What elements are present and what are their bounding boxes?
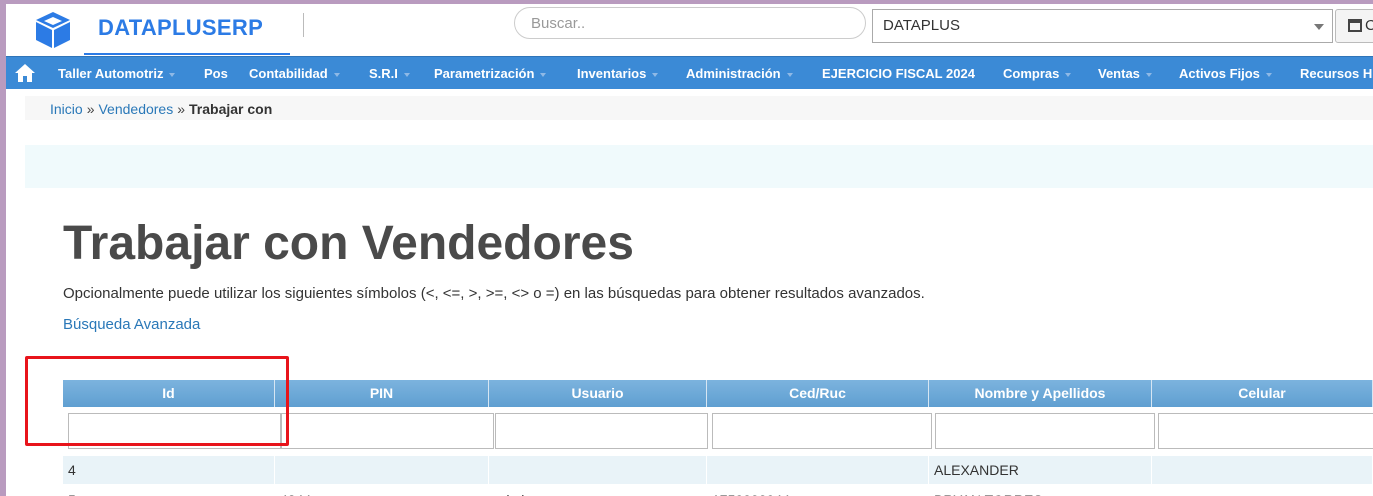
menu-pos[interactable]: Pos	[204, 66, 228, 81]
page: DATAPLUSERP DATAPLUS C Taller Automotriz…	[6, 4, 1373, 496]
breadcrumb-vendedores[interactable]: Vendedores	[98, 101, 173, 117]
menu-taller-automotriz[interactable]: Taller Automotriz	[58, 66, 176, 81]
column-header-pin[interactable]: PIN	[275, 380, 489, 407]
column-header-usuario[interactable]: Usuario	[489, 380, 707, 407]
caret-down-icon	[1065, 72, 1072, 77]
home-icon[interactable]	[14, 63, 36, 83]
calendar-icon	[1348, 19, 1362, 32]
cell-nombre: ALEXANDER	[929, 456, 1152, 484]
menu-label: S.R.I	[369, 66, 398, 81]
breadcrumb: Inicio» Vendedores» Trabajar con	[25, 96, 1373, 120]
filter-usuario-input[interactable]	[495, 413, 708, 449]
column-header-nombre[interactable]: Nombre y Apellidos	[929, 380, 1152, 407]
company-select-value: DATAPLUS	[883, 17, 960, 34]
search-hint-text: Opcionalmente puede utilizar los siguien…	[63, 285, 925, 302]
top-header: DATAPLUSERP DATAPLUS C	[6, 4, 1373, 56]
menu-parametrizacion[interactable]: Parametrización	[434, 66, 547, 81]
cell-usuario: admin	[489, 486, 707, 496]
breadcrumb-separator: »	[86, 101, 95, 117]
menu-inventarios[interactable]: Inventarios	[577, 66, 659, 81]
menu-activos-fijos[interactable]: Activos Fijos	[1179, 66, 1272, 81]
brand-underline	[84, 53, 290, 55]
cell-celular	[1152, 456, 1373, 484]
menu-contabilidad[interactable]: Contabilidad	[249, 66, 340, 81]
menu-label: Parametrización	[434, 66, 535, 81]
caret-down-icon	[333, 72, 340, 77]
cell-id: 4	[63, 456, 275, 484]
menu-label: Pos	[204, 66, 228, 81]
menu-compras[interactable]: Compras	[1003, 66, 1072, 81]
menu-label: Inventarios	[577, 66, 647, 81]
page-title: Trabajar con Vendedores	[63, 217, 634, 270]
breadcrumb-separator: »	[177, 101, 186, 117]
caret-down-icon	[786, 72, 793, 77]
main-menu: Taller Automotriz Pos Contabilidad S.R.I…	[6, 56, 1373, 89]
caret-down-icon	[1265, 72, 1272, 77]
menu-sri[interactable]: S.R.I	[369, 66, 410, 81]
menu-label: Compras	[1003, 66, 1060, 81]
caret-down-icon	[1145, 72, 1152, 77]
menu-label: Taller Automotriz	[58, 66, 164, 81]
breadcrumb-inicio[interactable]: Inicio	[50, 101, 83, 117]
menu-recursos-humanos[interactable]: Recursos H	[1300, 66, 1372, 81]
column-header-celular[interactable]: Celular	[1152, 380, 1373, 407]
cell-pin	[275, 456, 489, 484]
filter-celular-input[interactable]	[1158, 413, 1373, 449]
menu-label: Recursos H	[1300, 66, 1373, 81]
caret-down-icon	[169, 72, 176, 77]
menu-label: EJERCICIO FISCAL 2024	[822, 66, 975, 81]
calendar-button-label: C	[1365, 17, 1373, 34]
brand-name[interactable]: DATAPLUSERP	[98, 15, 263, 41]
cell-id: 5	[63, 486, 275, 496]
caret-down-icon	[403, 72, 410, 77]
highlight-box	[25, 356, 289, 446]
menu-administracion[interactable]: Administración	[686, 66, 793, 81]
chevron-down-icon	[1314, 24, 1324, 30]
menu-label: Ventas	[1098, 66, 1140, 81]
company-select[interactable]: DATAPLUS	[872, 9, 1333, 43]
advanced-search-link[interactable]: Búsqueda Avanzada	[63, 316, 200, 333]
caret-down-icon	[540, 72, 547, 77]
menu-label: Administración	[686, 66, 781, 81]
table-row[interactable]: 5 4344 admin 1750000944 BRYAN TORRES	[63, 486, 1373, 496]
cell-ced-ruc: 1750000944	[707, 486, 929, 496]
breadcrumb-current: Trabajar con	[189, 101, 273, 117]
search-input[interactable]	[514, 7, 866, 39]
cell-usuario	[489, 456, 707, 484]
cell-pin: 4344	[275, 486, 489, 496]
column-header-ced-ruc[interactable]: Ced/Ruc	[707, 380, 929, 407]
cell-nombre: BRYAN TORRES	[929, 486, 1152, 496]
cell-celular	[1152, 486, 1373, 496]
filter-pin-input[interactable]	[281, 413, 494, 449]
menu-label: Contabilidad	[249, 66, 328, 81]
cell-ced-ruc	[707, 456, 929, 484]
menu-ventas[interactable]: Ventas	[1098, 66, 1152, 81]
filter-ced-ruc-input[interactable]	[712, 413, 932, 449]
header-divider	[303, 13, 304, 37]
table-row[interactable]: 4 ALEXANDER	[63, 456, 1373, 484]
menu-ejercicio-fiscal[interactable]: EJERCICIO FISCAL 2024	[822, 66, 975, 81]
notice-bar	[25, 145, 1373, 188]
calendar-button[interactable]: C	[1335, 9, 1373, 43]
menu-label: Activos Fijos	[1179, 66, 1260, 81]
cube-logo-icon[interactable]	[34, 10, 72, 50]
filter-nombre-input[interactable]	[935, 413, 1155, 449]
caret-down-icon	[652, 72, 659, 77]
